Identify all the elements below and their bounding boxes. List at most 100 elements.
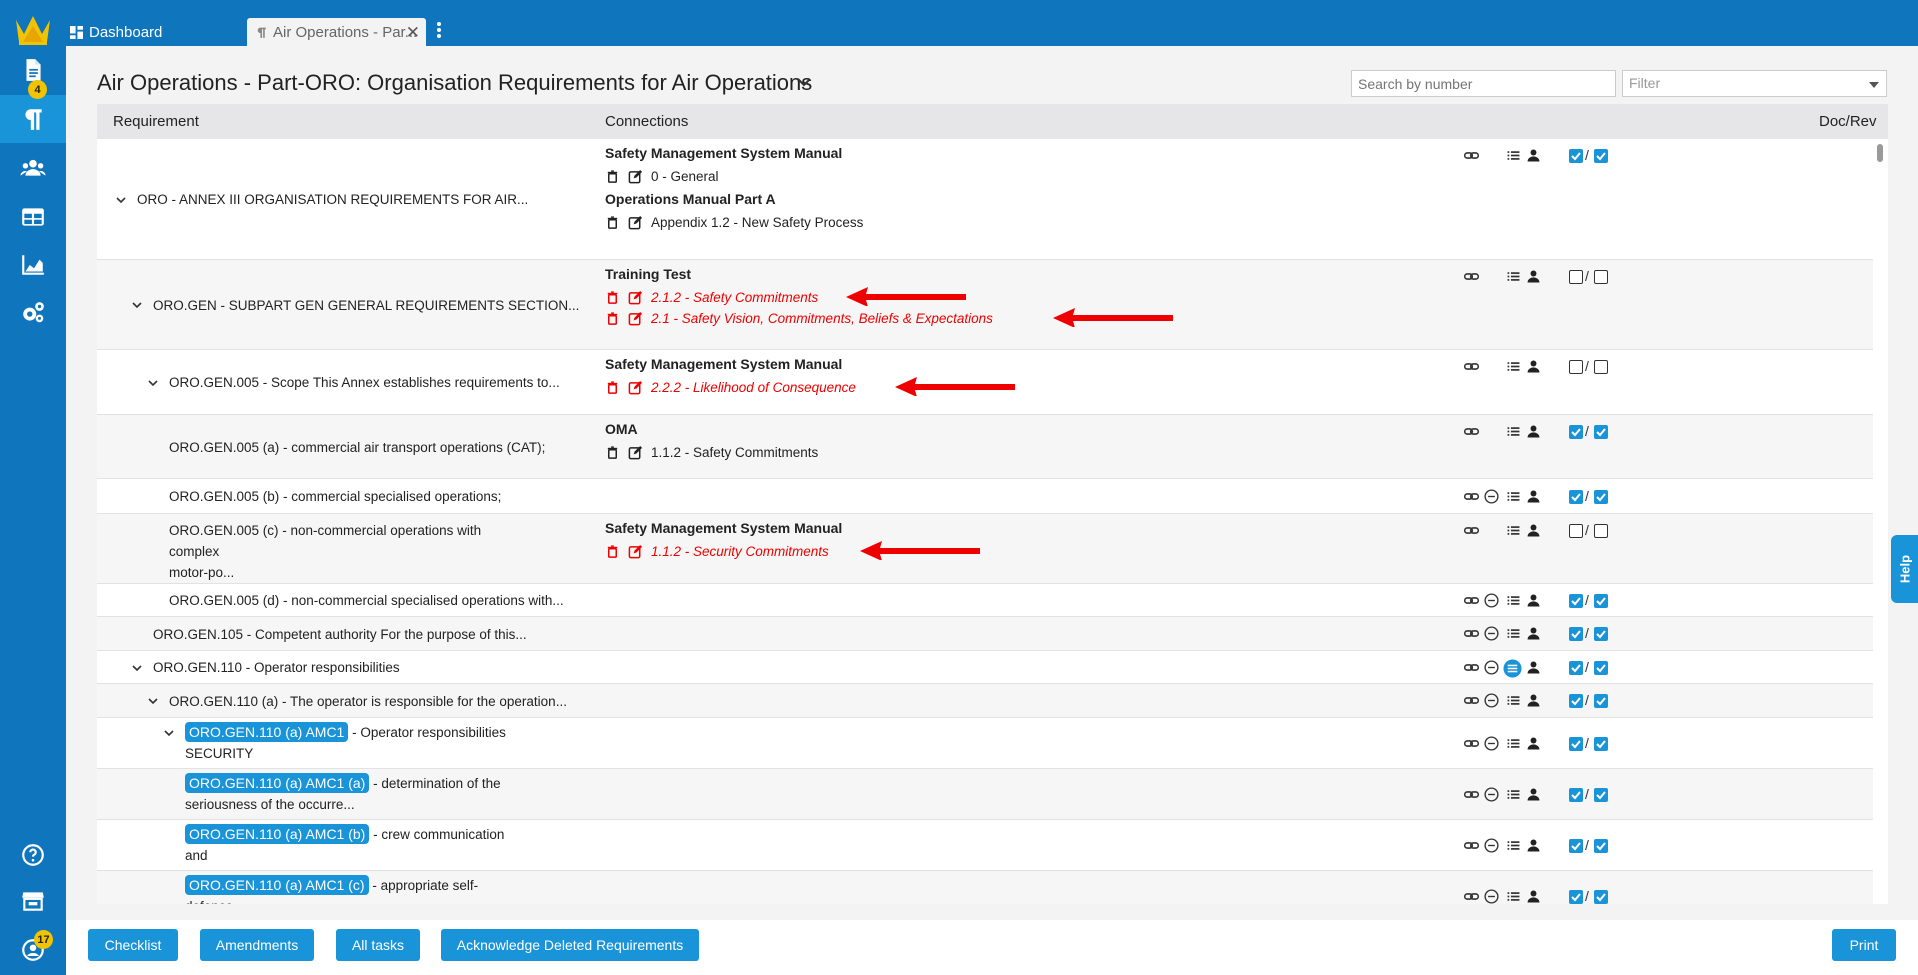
requirement-id-badge[interactable]: ORO.GEN.110 (a) AMC1 (b) <box>185 824 370 844</box>
requirement-text[interactable]: ORO - ANNEX III ORGANISATION REQUIREMENT… <box>137 189 528 210</box>
edit-icon[interactable] <box>628 445 643 460</box>
list-button[interactable] <box>1505 735 1522 752</box>
link-button[interactable] <box>1463 268 1480 285</box>
checklist-button[interactable]: Checklist <box>88 929 178 961</box>
chevron-down-icon[interactable] <box>794 74 814 92</box>
remove-button[interactable] <box>1483 692 1500 709</box>
connection-item[interactable]: 2.1.2 - Safety Commitments <box>605 287 818 307</box>
close-icon[interactable]: ✕ <box>406 23 420 43</box>
nav-requirements[interactable] <box>0 95 66 143</box>
rev-checkbox[interactable] <box>1594 489 1608 504</box>
remove-button[interactable] <box>1483 592 1500 609</box>
remove-button[interactable] <box>1483 659 1500 676</box>
tab-air-operations[interactable]: Air Operations - Par... ✕ <box>247 18 426 46</box>
connection-item-label[interactable]: 1.1.2 - Security Commitments <box>651 544 829 559</box>
list-button[interactable] <box>1505 592 1522 609</box>
connection-item-label[interactable]: Appendix 1.2 - New Safety Process <box>651 215 863 230</box>
all-tasks-button[interactable]: All tasks <box>336 929 420 961</box>
connection-item-label[interactable]: 1.1.2 - Safety Commitments <box>651 445 818 460</box>
delete-icon[interactable] <box>605 311 620 326</box>
edit-icon[interactable] <box>628 215 643 230</box>
list-button[interactable] <box>1505 358 1522 375</box>
requirement-text[interactable]: ORO.GEN.005 (c) - non-commercial operati… <box>169 520 499 583</box>
nav-settings[interactable] <box>0 289 66 337</box>
rev-checkbox[interactable] <box>1594 593 1608 608</box>
delete-icon[interactable] <box>605 215 620 230</box>
assign-user-button[interactable] <box>1525 625 1542 642</box>
doc-checkbox[interactable] <box>1569 360 1583 374</box>
assign-user-button[interactable] <box>1525 735 1542 752</box>
crown-logo[interactable] <box>13 12 53 46</box>
scrollbar[interactable] <box>1877 144 1883 162</box>
requirement-text[interactable]: ORO.GEN.110 (a) - The operator is respon… <box>169 691 567 712</box>
doc-checkbox[interactable] <box>1569 787 1583 802</box>
assign-user-button[interactable] <box>1525 888 1542 905</box>
doc-checkbox[interactable] <box>1569 736 1583 751</box>
doc-checkbox[interactable] <box>1569 593 1583 608</box>
requirement-id-badge[interactable]: ORO.GEN.110 (a) AMC1 (a) <box>185 773 370 793</box>
rev-checkbox[interactable] <box>1594 149 1608 163</box>
rev-checkbox[interactable] <box>1594 736 1608 751</box>
nav-table[interactable] <box>0 193 66 241</box>
assign-user-button[interactable] <box>1525 358 1542 375</box>
list-button[interactable] <box>1505 488 1522 505</box>
doc-checkbox[interactable] <box>1569 627 1583 641</box>
rev-checkbox[interactable] <box>1594 838 1608 853</box>
rev-checkbox[interactable] <box>1594 270 1608 284</box>
remove-button[interactable] <box>1483 735 1500 752</box>
doc-checkbox[interactable] <box>1569 838 1583 853</box>
link-button[interactable] <box>1463 837 1480 854</box>
requirement-id-badge[interactable]: ORO.GEN.110 (a) AMC1 <box>185 722 349 742</box>
list-button[interactable] <box>1505 786 1522 803</box>
delete-icon[interactable] <box>605 445 620 460</box>
link-button[interactable] <box>1463 735 1480 752</box>
rev-checkbox[interactable] <box>1594 524 1608 538</box>
assign-user-button[interactable] <box>1525 268 1542 285</box>
rev-checkbox[interactable] <box>1594 425 1608 439</box>
chevron-down-icon[interactable] <box>147 695 159 707</box>
requirement-text[interactable]: ORO.GEN.105 - Competent authority For th… <box>153 624 527 645</box>
requirement-text[interactable]: ORO.GEN.005 (b) - commercial specialised… <box>169 486 501 507</box>
print-button[interactable]: Print <box>1832 929 1896 961</box>
connection-item-label[interactable]: 2.1 - Safety Vision, Commitments, Belief… <box>651 311 993 326</box>
delete-icon[interactable] <box>605 544 620 559</box>
requirement-text[interactable]: ORO.GEN.005 (d) - non-commercial special… <box>169 590 564 611</box>
assign-user-button[interactable] <box>1525 592 1542 609</box>
more-options-icon[interactable] <box>434 20 444 44</box>
chevron-down-icon[interactable] <box>131 299 143 311</box>
link-button[interactable] <box>1463 488 1480 505</box>
requirement-id-badge[interactable]: ORO.GEN.110 (a) AMC1 (c) <box>185 875 369 895</box>
requirement-text[interactable]: ORO.GEN.110 (a) AMC1 (a) - determination… <box>185 773 515 815</box>
rev-checkbox[interactable] <box>1594 360 1608 374</box>
delete-icon[interactable] <box>605 380 620 395</box>
list-button-active[interactable] <box>1503 658 1522 678</box>
nav-users[interactable] <box>0 144 66 192</box>
rev-checkbox[interactable] <box>1594 627 1608 641</box>
assign-user-button[interactable] <box>1525 423 1542 440</box>
assign-user-button[interactable] <box>1525 147 1542 164</box>
nav-store[interactable] <box>0 877 66 925</box>
connection-item-label[interactable]: 2.1.2 - Safety Commitments <box>651 290 818 305</box>
link-button[interactable] <box>1463 423 1480 440</box>
connection-item-label[interactable]: 0 - General <box>651 169 719 184</box>
list-button[interactable] <box>1505 268 1522 285</box>
search-input[interactable] <box>1351 70 1616 97</box>
list-button[interactable] <box>1505 625 1522 642</box>
amendments-button[interactable]: Amendments <box>200 929 314 961</box>
doc-checkbox[interactable] <box>1569 270 1583 284</box>
doc-checkbox[interactable] <box>1569 425 1583 439</box>
assign-user-button[interactable] <box>1525 522 1542 539</box>
chevron-down-icon[interactable] <box>163 727 175 739</box>
acknowledge-deleted-button[interactable]: Acknowledge Deleted Requirements <box>441 929 699 961</box>
filter-select[interactable]: Filter <box>1622 70 1887 97</box>
requirement-text[interactable]: ORO.GEN.005 (a) - commercial air transpo… <box>169 437 545 458</box>
doc-checkbox[interactable] <box>1569 660 1583 675</box>
edit-icon[interactable] <box>628 544 643 559</box>
chevron-down-icon[interactable] <box>115 194 127 206</box>
remove-button[interactable] <box>1483 488 1500 505</box>
link-button[interactable] <box>1463 888 1480 905</box>
link-button[interactable] <box>1463 522 1480 539</box>
nav-help[interactable] <box>0 831 66 879</box>
edit-icon[interactable] <box>628 311 643 326</box>
edit-icon[interactable] <box>628 290 643 305</box>
